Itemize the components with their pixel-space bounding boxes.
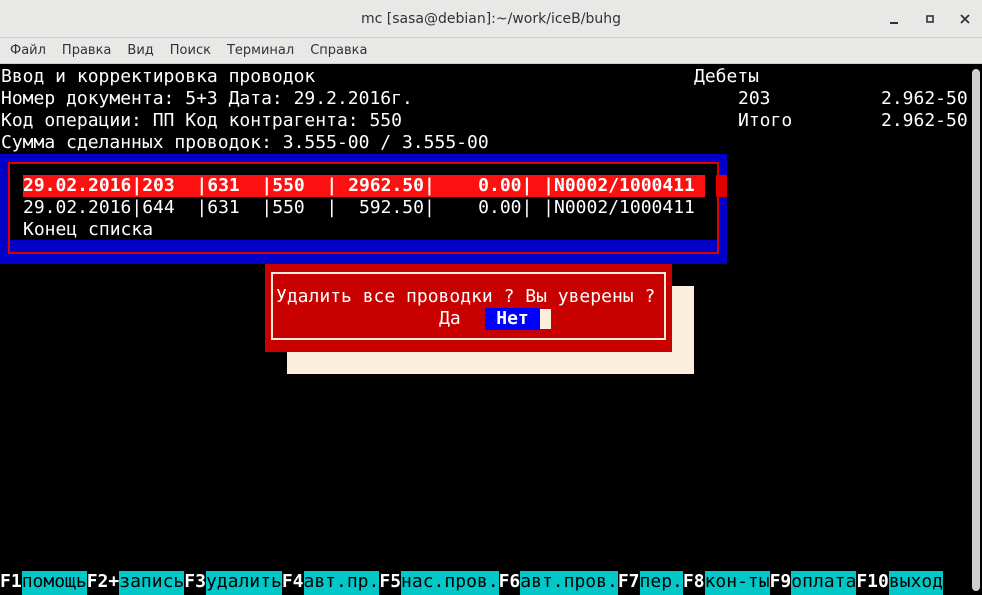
debit-account: 203 (738, 88, 771, 109)
minimize-icon (890, 22, 898, 24)
fkey-f8-key[interactable]: F8 (683, 571, 705, 595)
fkey-f10-label[interactable]: выход (888, 571, 944, 595)
fkey-f8-label[interactable]: кон-ты (704, 571, 770, 595)
menu-terminal[interactable]: Терминал (219, 43, 302, 58)
maximize-button[interactable] (919, 8, 941, 30)
fkey-f5-key[interactable]: F5 (379, 571, 401, 595)
window-title: mc [sasa@debian]:~/work/iceB/buhg (361, 10, 621, 27)
fkey-f10-key[interactable]: F10 (856, 571, 889, 595)
fkey-f2-key[interactable]: F2+ (87, 571, 120, 595)
no-button[interactable]: Нет (485, 308, 540, 330)
fkey-f3-label[interactable]: удалить (205, 571, 282, 595)
fkey-f6-label[interactable]: авт.пров. (520, 571, 618, 595)
fkey-f1-key[interactable]: F1 (0, 571, 22, 595)
debit-account-value: 2.962-50 (881, 88, 968, 109)
row-cursor-tail (716, 175, 727, 197)
fkey-f4-key[interactable]: F4 (282, 571, 304, 595)
fkey-f6-key[interactable]: F6 (499, 571, 521, 595)
screen-title: Ввод и корректировка проводок (1, 66, 316, 87)
dialog-message: Удалить все проводки ? Вы уверены ? (276, 286, 656, 307)
fkey-f9-label[interactable]: оплата (791, 571, 857, 595)
document-number-line: Номер документа: 5+3 Дата: 29.2.2016г. (1, 88, 413, 109)
minimize-button[interactable] (883, 8, 905, 30)
menu-view[interactable]: Вид (119, 43, 161, 58)
close-icon (960, 14, 970, 24)
menu-file[interactable]: Файл (2, 43, 54, 58)
maximize-icon (926, 15, 934, 23)
menu-help[interactable]: Справка (302, 43, 375, 58)
fkey-f9-key[interactable]: F9 (770, 571, 792, 595)
close-button[interactable] (954, 8, 976, 30)
menu-bar: Файл Правка Вид Поиск Терминал Справка (0, 38, 982, 64)
scrollbar-thumb[interactable] (972, 69, 980, 591)
fkey-f2-label[interactable]: запись (119, 571, 185, 595)
fkey-f7-label[interactable]: пер. (639, 571, 683, 595)
terminal-scrollbar[interactable] (970, 65, 982, 595)
list-end-label: Конец списка (23, 219, 154, 240)
posting-row[interactable]: 29.02.2016|644 |631 |550 | 592.50| 0.00|… (23, 197, 695, 219)
fkey-f5-label[interactable]: нас.пров. (401, 571, 499, 595)
postings-list-box: 29.02.2016|203 |631 |550 | 2962.50| 0.00… (0, 154, 727, 264)
debit-total-label: Итого (738, 110, 793, 131)
menu-search[interactable]: Поиск (162, 43, 219, 58)
yes-button[interactable]: Да (439, 308, 461, 330)
list-bottom-band (10, 240, 717, 252)
fkey-f1-label[interactable]: помощь (21, 571, 87, 595)
debit-total-value: 2.962-50 (881, 110, 968, 131)
menu-edit[interactable]: Правка (54, 43, 119, 58)
fkey-f4-label[interactable]: авт.пр. (303, 571, 380, 595)
debits-title: Дебеты (694, 66, 760, 87)
fkey-f7-key[interactable]: F7 (618, 571, 640, 595)
function-key-bar: F1 помощь F2+ запись F3 удалить F4 авт.пр. F… (0, 571, 970, 595)
fkey-f3-key[interactable]: F3 (184, 571, 206, 595)
operation-code-line: Код операции: ПП Код контрагента: 550 (1, 110, 402, 131)
confirm-dialog (265, 264, 672, 352)
window-titlebar: mc [sasa@debian]:~/work/iceB/buhg (0, 0, 982, 38)
posting-row-selected[interactable]: 29.02.2016|203 |631 |550 | 2962.50| 0.00… (23, 175, 717, 197)
posting-sum-line: Сумма сделанных проводок: 3.555-00 / 3.5… (1, 132, 489, 153)
terminal-area[interactable]: Ввод и корректировка проводок Номер доку… (0, 65, 970, 595)
text-cursor (540, 309, 551, 329)
